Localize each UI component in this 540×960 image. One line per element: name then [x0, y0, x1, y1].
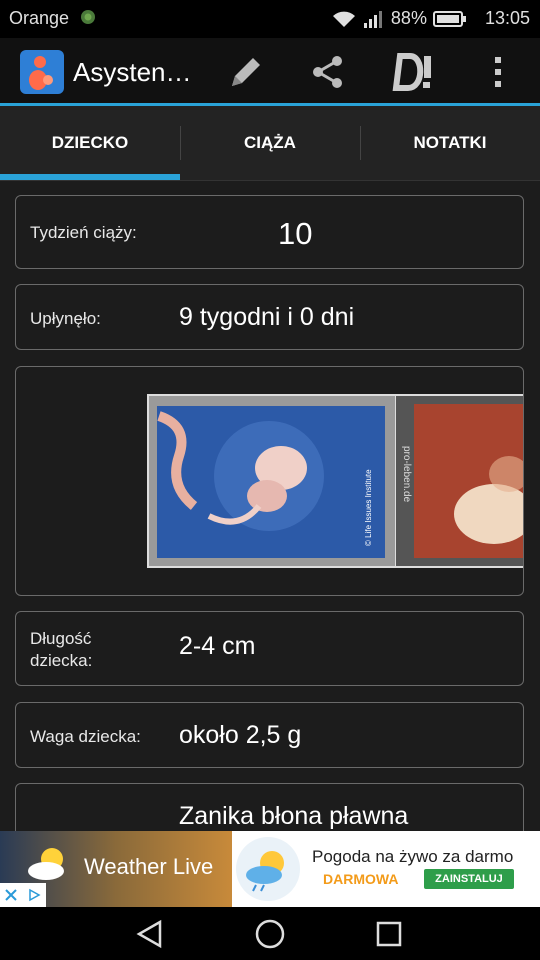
adchoices-icon	[29, 888, 41, 902]
back-icon	[136, 919, 162, 949]
image-card: © Life Issues Institute pro-leben.de	[15, 366, 524, 596]
signal-icon	[363, 10, 382, 28]
edit-button[interactable]	[226, 52, 266, 92]
tab-notatki[interactable]: NOTATKI	[360, 106, 540, 180]
share-icon	[313, 56, 342, 88]
adchoices-button[interactable]	[22, 883, 46, 907]
length-card: Długość dziecka: 2-4 cm	[15, 611, 524, 686]
length-label-line2: dziecka:	[30, 651, 93, 670]
tab-label: NOTATKI	[413, 133, 487, 152]
watermark-text: pro-leben.de	[401, 446, 412, 503]
elapsed-value: 9 tygodni i 0 dni	[179, 303, 355, 331]
tab-ciaza[interactable]: CIĄŻA	[180, 106, 360, 180]
week-value: 10	[278, 216, 313, 251]
second-photo-image	[414, 404, 523, 558]
clock: 13:05	[484, 8, 530, 28]
weather-icon	[246, 851, 284, 892]
ad-brand: Weather Live	[84, 854, 214, 879]
wifi-icon	[332, 11, 355, 27]
hand-image	[414, 404, 523, 558]
home-button[interactable]	[254, 918, 286, 950]
brand-logo-icon	[392, 53, 431, 91]
image-credit: © Life Issues Institute	[364, 469, 373, 546]
week-card: Tydzień ciąży: 10	[15, 195, 524, 269]
navigation-bar	[0, 907, 540, 960]
second-photo[interactable]: pro-leben.de	[396, 394, 523, 568]
close-icon	[5, 889, 17, 901]
elapsed-label: Upłynęło:	[30, 309, 101, 328]
back-button[interactable]	[134, 919, 166, 949]
battery-percent: 88%	[390, 8, 427, 28]
recents-button[interactable]	[374, 919, 404, 949]
ad-app-icon[interactable]	[236, 837, 300, 901]
battery-icon	[432, 10, 466, 27]
tab-dziecko[interactable]: DZIECKO	[0, 106, 180, 180]
tab-label: DZIECKO	[51, 133, 129, 152]
ad-free-label: DARMOWA	[323, 871, 399, 887]
ad-close-button[interactable]	[0, 883, 22, 907]
carrier-name: Orange	[9, 8, 70, 28]
ad-banner[interactable]: Weather Live Pogoda na żywo za darmo DAR…	[0, 831, 540, 907]
elapsed-card: Upłynęło: 9 tygodni i 0 dni	[15, 284, 524, 350]
ad-headline: Pogoda na żywo za darmo	[312, 847, 514, 866]
status-bar: Orange 88% 13:05	[0, 0, 540, 38]
length-value: 2-4 cm	[179, 632, 256, 660]
length-label-line1: Długość	[30, 629, 92, 648]
week-label: Tydzień ciąży:	[30, 223, 137, 242]
pencil-icon	[232, 58, 260, 86]
more-vert-icon	[495, 57, 501, 87]
app-bar: Asysten…	[0, 38, 540, 106]
tab-label: CIĄŻA	[244, 133, 296, 152]
weight-label: Waga dziecka:	[30, 727, 141, 746]
tab-bar: DZIECKO CIĄŻA NOTATKI	[0, 106, 540, 181]
recents-icon	[376, 921, 402, 947]
home-icon	[255, 919, 285, 949]
fetus-photo[interactable]: © Life Issues Institute	[147, 394, 397, 568]
app-icon[interactable]	[20, 50, 64, 94]
share-button[interactable]	[308, 52, 348, 92]
overflow-menu-button[interactable]	[478, 52, 518, 92]
weather-sun-cloud-icon	[28, 848, 64, 880]
ad-install-button[interactable]: ZAINSTALUJ	[424, 869, 514, 889]
active-tab-indicator	[0, 174, 180, 180]
weight-value: około 2,5 g	[179, 721, 302, 749]
app-title: Asysten…	[73, 57, 192, 87]
weight-card: Waga dziecka: około 2,5 g	[15, 702, 524, 768]
fact-value: Zanika błona pławna	[179, 802, 409, 830]
android-icon	[81, 10, 95, 24]
ad-install-label: ZAINSTALUJ	[435, 873, 503, 885]
brand-button[interactable]	[390, 52, 436, 92]
fetus-image: © Life Issues Institute	[157, 406, 385, 558]
